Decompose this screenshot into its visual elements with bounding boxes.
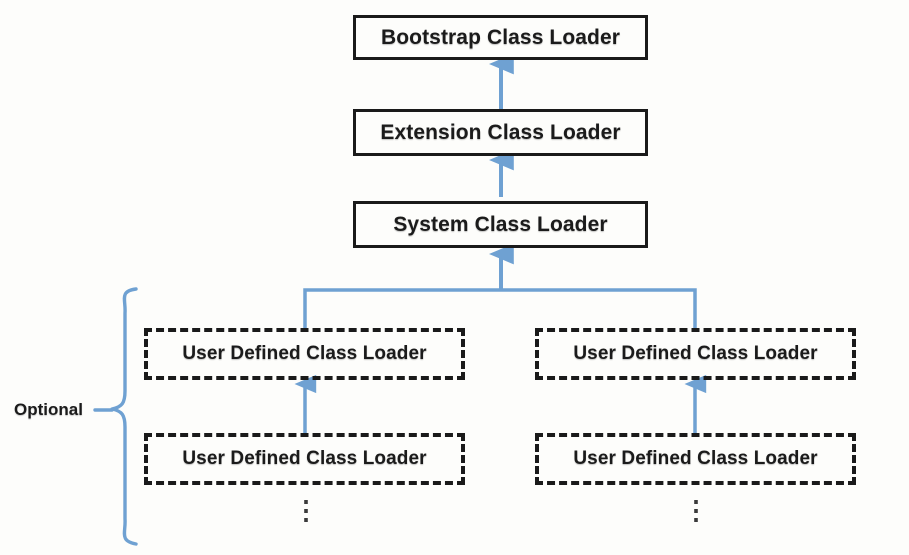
- user-defined-class-loader-label: User Defined Class Loader: [182, 343, 427, 364]
- left-column-continuation-ellipsis: ⋮: [293, 495, 319, 525]
- user-defined-class-loader-node-right-2: User Defined Class Loader: [535, 433, 856, 485]
- user-defined-class-loader-label: User Defined Class Loader: [573, 448, 818, 469]
- user-defined-class-loader-node-right-1: User Defined Class Loader: [535, 328, 856, 380]
- user-defined-class-loader-node-left-2: User Defined Class Loader: [144, 433, 465, 485]
- right-column-continuation-ellipsis: ⋮: [683, 495, 709, 525]
- optional-brace: [110, 287, 138, 546]
- system-class-loader-label: System Class Loader: [393, 212, 608, 236]
- system-class-loader-node: System Class Loader: [353, 201, 648, 248]
- user-defined-class-loader-label: User Defined Class Loader: [573, 343, 818, 364]
- extension-class-loader-node: Extension Class Loader: [353, 109, 648, 156]
- optional-region-label: Optional: [14, 400, 83, 419]
- user-defined-class-loader-label: User Defined Class Loader: [182, 448, 427, 469]
- class-loader-hierarchy-diagram: Bootstrap Class Loader Extension Class L…: [0, 0, 909, 555]
- bootstrap-class-loader-label: Bootstrap Class Loader: [380, 25, 621, 49]
- extension-class-loader-label: Extension Class Loader: [380, 120, 621, 144]
- user-defined-class-loader-node-left-1: User Defined Class Loader: [144, 328, 465, 380]
- bootstrap-class-loader-node: Bootstrap Class Loader: [353, 15, 648, 60]
- user-loader-bus: [303, 288, 697, 329]
